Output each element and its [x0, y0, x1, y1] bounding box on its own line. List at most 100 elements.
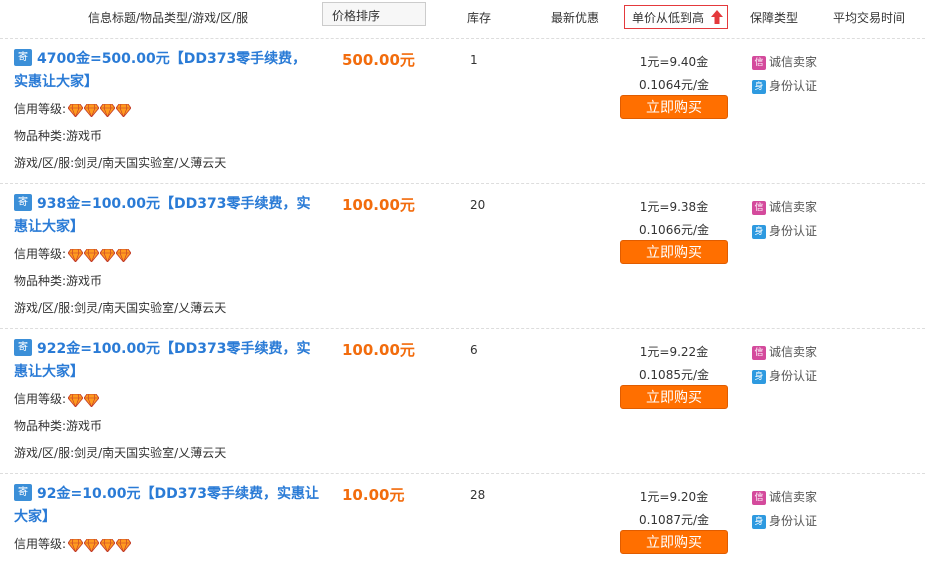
server-label: 游戏/区/服: — [14, 446, 75, 460]
listing-title-link[interactable]: 938金=100.00元【DD373零手续费，实惠让大家】 — [14, 193, 319, 239]
credit-gems — [67, 393, 100, 408]
unit-price: 0.1085元/金 — [638, 368, 710, 382]
honest-seller-badge[interactable]: 信诚信卖家 — [752, 343, 817, 360]
credit-gem-icon — [99, 538, 116, 553]
listing-table: 寄 4700金=500.00元【DD373零手续费，实惠让大家】 信用等级: 物… — [0, 38, 925, 561]
item-type-value: 游戏币 — [66, 419, 103, 433]
identity-verified-label: 身份认证 — [769, 514, 818, 528]
unit-price: 0.1066元/金 — [638, 223, 710, 237]
credit-gem-icon — [67, 538, 84, 553]
exchange-rate: 1元=9.38金 — [639, 200, 709, 214]
exchange-rate: 1元=9.40金 — [639, 55, 709, 69]
honest-seller-label: 诚信卖家 — [769, 345, 818, 359]
identity-verified-badge[interactable]: 身身份认证 — [752, 77, 817, 94]
header-stock-col: 库存 — [467, 11, 492, 25]
buy-now-button[interactable]: 立即购买 — [620, 385, 728, 409]
listing-stock: 20 — [470, 198, 486, 212]
credit-gems — [67, 103, 132, 118]
listing-title-link[interactable]: 92金=10.00元【DD373零手续费，实惠让大家】 — [14, 483, 319, 529]
honest-seller-icon: 信 — [752, 200, 766, 215]
item-type-label: 物品种类: — [14, 129, 67, 143]
identity-verified-icon: 身 — [752, 224, 766, 239]
unit-price: 0.1064元/金 — [638, 78, 710, 92]
credit-gem-icon — [99, 103, 116, 118]
unit-price-sort-button[interactable]: 单价从低到高 — [624, 5, 728, 29]
credit-gem-icon — [67, 103, 84, 118]
sort-up-arrow-icon — [711, 10, 723, 24]
price-sort-button[interactable]: 价格排序 — [322, 2, 426, 26]
item-type: 物品种类:游戏币 — [14, 417, 102, 434]
credit-gem-icon — [99, 248, 116, 263]
credit-label: 信用等级: — [14, 102, 67, 116]
listing-price: 500.00元 — [342, 51, 415, 69]
identity-verified-badge[interactable]: 身身份认证 — [752, 222, 817, 239]
credit-gem-icon — [115, 538, 132, 553]
credit-gem-icon — [115, 103, 132, 118]
table-header: 信息标题/物品类型/游戏/区/服 价格排序 库存 最新优惠 单价从低到高 保障类… — [0, 0, 925, 38]
identity-verified-icon: 身 — [752, 514, 766, 529]
server-value: 剑灵/南天国实验室/乂薄云天 — [74, 301, 227, 315]
listing-title-link[interactable]: 922金=100.00元【DD373零手续费，实惠让大家】 — [14, 338, 319, 384]
server-value: 剑灵/南天国实验室/乂薄云天 — [74, 156, 227, 170]
listing-price: 100.00元 — [342, 341, 415, 359]
credit-label: 信用等级: — [14, 247, 67, 261]
item-type-value: 游戏币 — [66, 274, 103, 288]
listing-stock: 1 — [470, 53, 478, 67]
exchange-rate: 1元=9.22金 — [639, 345, 709, 359]
identity-verified-label: 身份认证 — [769, 79, 818, 93]
identity-verified-label: 身份认证 — [769, 224, 818, 238]
listing-stock: 6 — [470, 343, 478, 357]
honest-seller-icon: 信 — [752, 345, 766, 360]
honest-seller-label: 诚信卖家 — [769, 490, 818, 504]
identity-verified-icon: 身 — [752, 79, 766, 94]
item-type-label: 物品种类: — [14, 419, 67, 433]
item-type-value: 游戏币 — [66, 129, 103, 143]
server-value: 剑灵/南天国实验室/乂薄云天 — [74, 446, 227, 460]
honest-seller-badge[interactable]: 信诚信卖家 — [752, 198, 817, 215]
listing-row: 寄 4700金=500.00元【DD373零手续费，实惠让大家】 信用等级: 物… — [0, 38, 925, 183]
honest-seller-icon: 信 — [752, 55, 766, 70]
credit-level: 信用等级: — [14, 390, 100, 408]
credit-gem-icon — [83, 393, 100, 408]
header-promo-col: 最新优惠 — [551, 11, 600, 25]
game-server: 游戏/区/服:剑灵/南天国实验室/乂薄云天 — [14, 154, 226, 171]
buy-now-button[interactable]: 立即购买 — [620, 530, 728, 554]
server-label: 游戏/区/服: — [14, 156, 75, 170]
server-label: 游戏/区/服: — [14, 301, 75, 315]
listing-stock: 28 — [470, 488, 486, 502]
credit-gem-icon — [115, 248, 132, 263]
listing-price: 100.00元 — [342, 196, 415, 214]
credit-level: 信用等级: — [14, 100, 132, 118]
honest-seller-badge[interactable]: 信诚信卖家 — [752, 53, 817, 70]
credit-gem-icon — [83, 538, 100, 553]
credit-gems — [67, 538, 132, 553]
buy-now-button[interactable]: 立即购买 — [620, 95, 728, 119]
credit-gem-icon — [83, 248, 100, 263]
header-avg-time-col: 平均交易时间 — [833, 11, 906, 25]
honest-seller-badge[interactable]: 信诚信卖家 — [752, 488, 817, 505]
listing-row: 寄 922金=100.00元【DD373零手续费，实惠让大家】 信用等级: 物品… — [0, 328, 925, 473]
credit-label: 信用等级: — [14, 392, 67, 406]
honest-seller-label: 诚信卖家 — [769, 55, 818, 69]
identity-verified-icon: 身 — [752, 369, 766, 384]
credit-gems — [67, 248, 132, 263]
credit-level: 信用等级: — [14, 535, 132, 553]
listing-row: 寄 92金=10.00元【DD373零手续费，实惠让大家】 信用等级: 10.0… — [0, 473, 925, 561]
unit-price-sort-label: 单价从低到高 — [632, 11, 705, 25]
credit-gem-icon — [83, 103, 100, 118]
item-type-label: 物品种类: — [14, 274, 67, 288]
listing-row: 寄 938金=100.00元【DD373零手续费，实惠让大家】 信用等级: 物品… — [0, 183, 925, 328]
listing-price: 10.00元 — [342, 486, 405, 504]
identity-verified-badge[interactable]: 身身份认证 — [752, 367, 817, 384]
listing-title-link[interactable]: 4700金=500.00元【DD373零手续费，实惠让大家】 — [14, 48, 319, 94]
buy-now-button[interactable]: 立即购买 — [620, 240, 728, 264]
game-server: 游戏/区/服:剑灵/南天国实验室/乂薄云天 — [14, 444, 226, 461]
honest-seller-label: 诚信卖家 — [769, 200, 818, 214]
game-server: 游戏/区/服:剑灵/南天国实验室/乂薄云天 — [14, 299, 226, 316]
exchange-rate: 1元=9.20金 — [639, 490, 709, 504]
identity-verified-badge[interactable]: 身身份认证 — [752, 512, 817, 529]
credit-level: 信用等级: — [14, 245, 132, 263]
credit-gem-icon — [67, 393, 84, 408]
identity-verified-label: 身份认证 — [769, 369, 818, 383]
honest-seller-icon: 信 — [752, 490, 766, 505]
